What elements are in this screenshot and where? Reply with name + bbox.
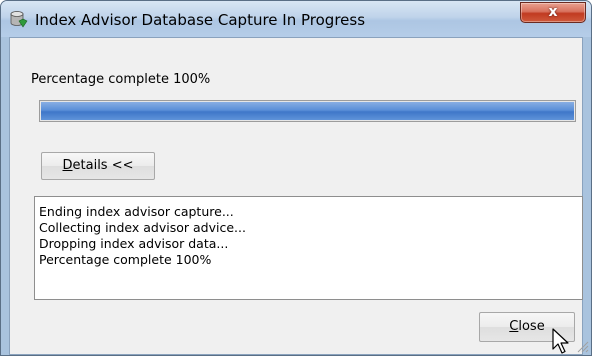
- resize-grip-icon[interactable]: [575, 339, 589, 353]
- close-mnemonic: C: [509, 319, 519, 334]
- progress-bar-fill: [41, 102, 574, 120]
- log-line: Percentage complete 100%: [39, 252, 212, 267]
- dialog-window: Index Advisor Database Capture In Progre…: [0, 0, 592, 356]
- close-label: lose: [518, 319, 545, 334]
- title-bar[interactable]: Index Advisor Database Capture In Progre…: [1, 1, 591, 37]
- log-line: Ending index advisor capture...: [39, 204, 234, 219]
- progress-label: Percentage complete 100%: [31, 72, 211, 87]
- log-line: Dropping index advisor data...: [39, 236, 229, 251]
- details-toggle-button[interactable]: Details <<: [41, 152, 155, 180]
- window-title: Index Advisor Database Capture In Progre…: [35, 11, 366, 29]
- details-mnemonic: D: [62, 158, 73, 173]
- window-close-button[interactable]: x: [520, 2, 586, 23]
- progress-bar: [39, 100, 576, 122]
- details-log-area[interactable]: Ending index advisor capture... Collecti…: [34, 196, 583, 300]
- database-app-icon: [10, 11, 28, 28]
- log-line: Collecting index advisor advice...: [39, 220, 246, 235]
- close-icon: x: [548, 4, 558, 20]
- details-label: etails <<: [72, 158, 134, 173]
- mouse-pointer-icon: [552, 328, 569, 354]
